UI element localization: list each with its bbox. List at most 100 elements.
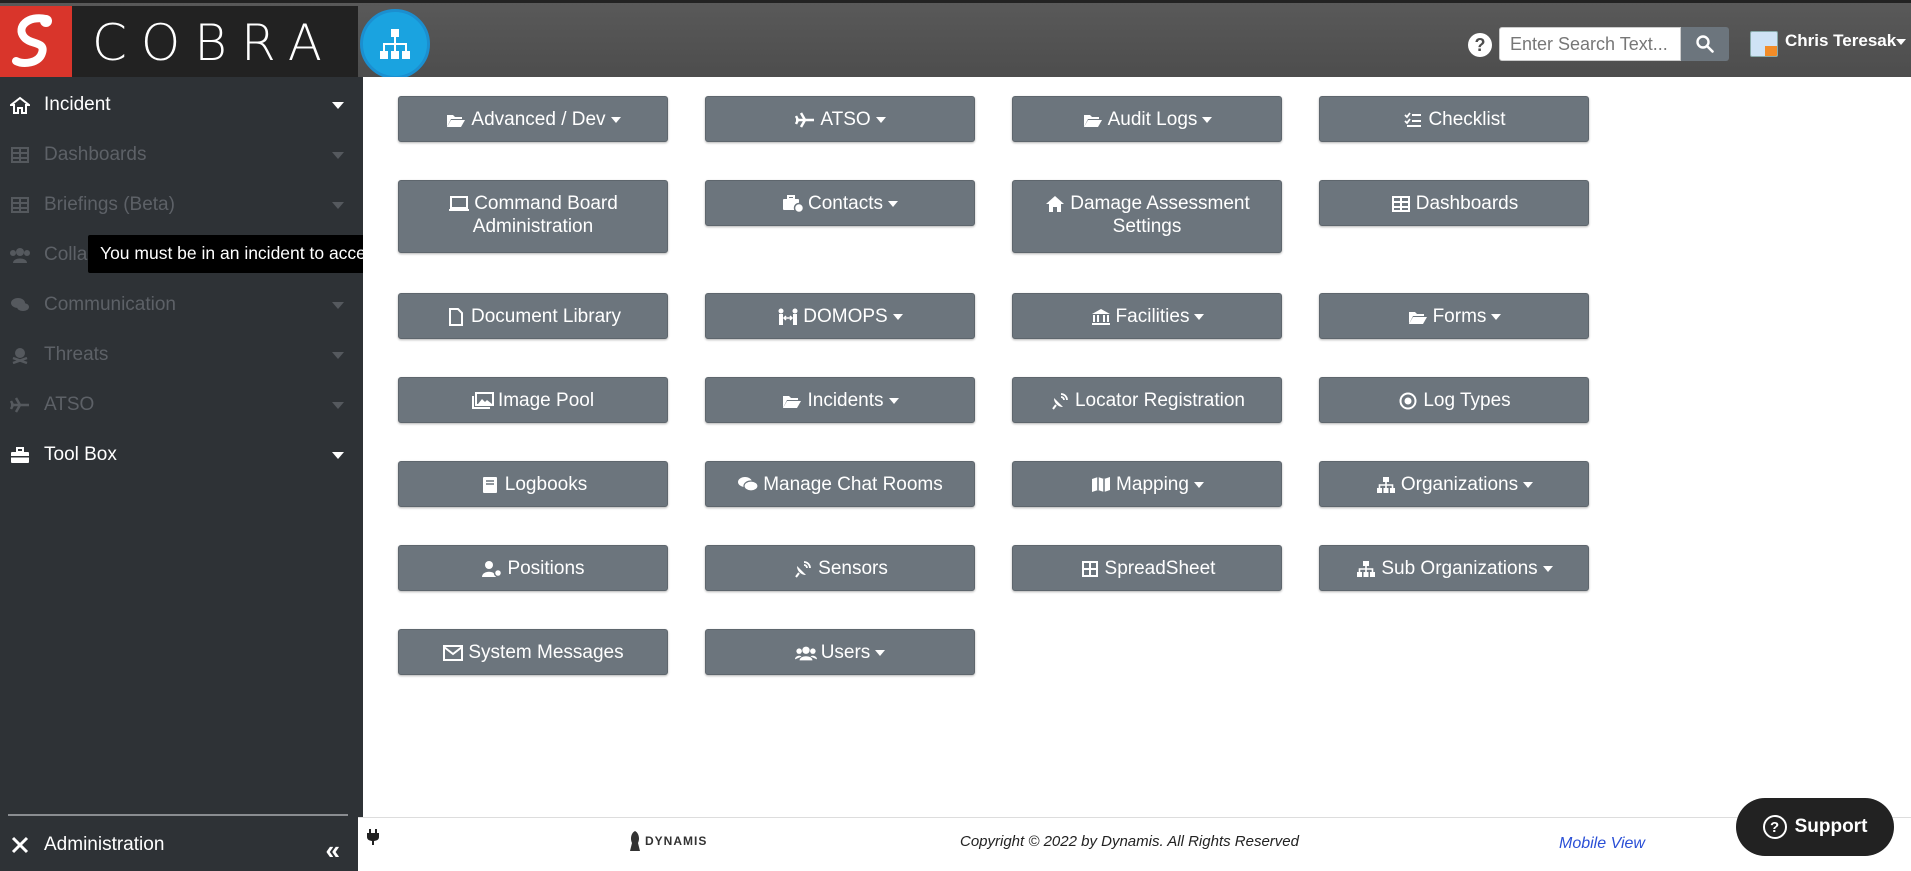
- tile-contacts[interactable]: Contacts: [705, 180, 975, 226]
- tile-damage-assessment-settings[interactable]: Damage Assessment Settings: [1012, 180, 1282, 253]
- tile-manage-chat-rooms[interactable]: Manage Chat Rooms: [705, 461, 975, 507]
- tile-document-library[interactable]: Document Library: [398, 293, 668, 339]
- tile-label: Checklist: [1428, 109, 1506, 130]
- user-name[interactable]: Chris Teresak: [1785, 31, 1896, 51]
- avatar[interactable]: [1750, 31, 1778, 57]
- caret-down-icon: [332, 102, 344, 109]
- search-input[interactable]: [1499, 27, 1681, 61]
- sidebar-item-label: Tool Box: [44, 444, 117, 465]
- tile-label: Logbooks: [504, 474, 588, 495]
- tile-system-messages[interactable]: System Messages: [398, 629, 668, 675]
- sidebar: Incident Dashboards Briefings (Beta) Col…: [0, 77, 358, 871]
- caret-down-icon: [892, 313, 903, 320]
- envelope-icon: [442, 643, 464, 663]
- search-button[interactable]: [1681, 27, 1729, 61]
- users-icon: [794, 643, 817, 663]
- sidebar-item-label: Briefings (Beta): [44, 194, 175, 215]
- sidebar-item-briefings: Briefings (Beta): [0, 185, 358, 225]
- sidebar-item-threats: Threats: [0, 335, 358, 375]
- caret-down-icon: [875, 649, 886, 656]
- tile-label: DOMOPS: [803, 306, 888, 327]
- tile-logbooks[interactable]: Logbooks: [398, 461, 668, 507]
- tile-atso[interactable]: ATSO: [705, 96, 975, 142]
- divider: [8, 814, 348, 816]
- tile-sub-organizations[interactable]: Sub Organizations: [1319, 545, 1589, 591]
- caret-down-icon: [332, 352, 344, 359]
- table-icon: [8, 144, 32, 166]
- tile-log-types[interactable]: Log Types: [1319, 377, 1589, 423]
- laptop-icon: [448, 194, 470, 214]
- tile-positions[interactable]: Positions: [398, 545, 668, 591]
- folder-open-icon: [1082, 110, 1104, 130]
- tile-organizations[interactable]: Organizations: [1319, 461, 1589, 507]
- tile-image-pool[interactable]: Image Pool: [398, 377, 668, 423]
- main-content: Advanced / Dev ATSO Audit Logs Checklist Com…: [363, 77, 1911, 817]
- footer: DYNAMIS Copyright © 2022 by Dynamis. All…: [358, 817, 1911, 871]
- tile-label: SpreadSheet: [1104, 558, 1216, 579]
- satellite-dish-icon: [792, 559, 814, 579]
- tile-label: Command Board Administration: [472, 193, 618, 237]
- caret-down-icon: [332, 202, 344, 209]
- support-label: Support: [1794, 816, 1868, 837]
- tile-label: Document Library: [471, 306, 621, 327]
- sidebar-item-dashboards: Dashboards: [0, 135, 358, 175]
- sidebar-item-label: ATSO: [44, 394, 95, 415]
- support-button[interactable]: ? Support: [1736, 798, 1894, 856]
- tile-label: Forms: [1432, 306, 1487, 327]
- tile-label: Damage Assessment Settings: [1070, 193, 1250, 237]
- sitemap-icon: [1375, 475, 1397, 495]
- sidebar-item-label: Colla: [44, 244, 88, 265]
- help-icon[interactable]: ?: [1468, 33, 1492, 57]
- tile-label: Facilities: [1115, 306, 1190, 327]
- sidebar-item-communication: Communication: [0, 285, 358, 325]
- tasks-icon: [1402, 110, 1424, 130]
- tile-incidents[interactable]: Incidents: [705, 377, 975, 423]
- chevron-down-icon[interactable]: [1896, 39, 1906, 45]
- tile-command-board-administration[interactable]: Command Board Administration: [398, 180, 668, 253]
- users-icon: [8, 244, 32, 266]
- folder-open-icon: [1407, 307, 1429, 327]
- landmark-icon: [1090, 307, 1112, 327]
- tile-label: ATSO: [820, 109, 871, 130]
- tile-sensors[interactable]: Sensors: [705, 545, 975, 591]
- tile-mapping[interactable]: Mapping: [1012, 461, 1282, 507]
- tile-label: Sub Organizations: [1381, 558, 1538, 579]
- tile-locator-registration[interactable]: Locator Registration: [1012, 377, 1282, 423]
- tile-label: Log Types: [1423, 390, 1511, 411]
- tile-advanced-dev[interactable]: Advanced / Dev: [398, 96, 668, 142]
- plane-icon: [794, 110, 816, 130]
- sitemap-icon[interactable]: [360, 9, 430, 79]
- tile-forms[interactable]: Forms: [1319, 293, 1589, 339]
- copyright-text: Copyright © 2022 by Dynamis. All Rights …: [960, 833, 1299, 850]
- tile-audit-logs[interactable]: Audit Logs: [1012, 96, 1282, 142]
- caret-down-icon: [332, 302, 344, 309]
- collapse-sidebar-icon[interactable]: «: [326, 835, 340, 866]
- tile-facilities[interactable]: Facilities: [1012, 293, 1282, 339]
- tile-label: Sensors: [818, 558, 888, 579]
- tile-label: Advanced / Dev: [471, 109, 606, 130]
- sidebar-item-atso: ATSO: [0, 385, 358, 425]
- sidebar-item-incident[interactable]: Incident: [0, 85, 358, 125]
- tile-label: Organizations: [1400, 474, 1519, 495]
- sidebar-item-toolbox[interactable]: Tool Box: [0, 435, 358, 475]
- caret-down-icon: [332, 152, 344, 159]
- tile-checklist[interactable]: Checklist: [1319, 96, 1589, 142]
- caret-down-icon: [332, 452, 344, 459]
- caret-down-icon: [1202, 116, 1213, 123]
- home-icon: [1044, 194, 1066, 214]
- book-icon: [479, 475, 501, 495]
- tile-label: Manage Chat Rooms: [763, 474, 943, 495]
- dot-circle-icon: [1397, 391, 1419, 411]
- tile-users[interactable]: Users: [705, 629, 975, 675]
- mobile-view-link[interactable]: Mobile View: [1559, 835, 1645, 853]
- satellite-dish-icon: [1049, 391, 1071, 411]
- tile-dashboards[interactable]: Dashboards: [1319, 180, 1589, 226]
- tile-label: Incidents: [807, 390, 884, 411]
- tile-label: Audit Logs: [1107, 109, 1198, 130]
- cobra-logo-icon[interactable]: [0, 6, 72, 80]
- sidebar-item-administration[interactable]: Administration: [0, 825, 358, 865]
- tile-domops[interactable]: DOMOPS: [705, 293, 975, 339]
- plane-icon: [8, 394, 32, 416]
- tile-spreadsheet[interactable]: SpreadSheet: [1012, 545, 1282, 591]
- table-icon: [1390, 194, 1412, 214]
